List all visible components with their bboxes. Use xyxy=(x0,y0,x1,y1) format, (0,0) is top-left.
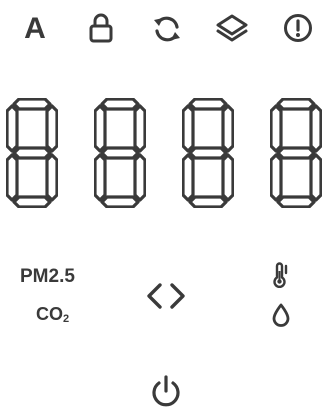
segment-c xyxy=(309,153,322,202)
left-right-chevrons-icon xyxy=(147,283,185,309)
segment-b xyxy=(133,104,146,153)
water-drop-icon xyxy=(272,303,290,327)
alert-icon xyxy=(284,14,312,42)
segment-d xyxy=(188,195,228,208)
power-button[interactable] xyxy=(148,374,184,408)
segment-d xyxy=(100,195,140,208)
segment-e xyxy=(182,153,195,202)
segment-a xyxy=(276,98,316,111)
digit-2 xyxy=(94,98,146,208)
segment-d xyxy=(12,195,52,208)
pm25-mode-button[interactable]: PM2.5 xyxy=(20,266,92,288)
segment-b xyxy=(309,104,322,153)
segment-b xyxy=(221,104,234,153)
power-icon xyxy=(152,375,180,407)
segment-a xyxy=(188,98,228,111)
layers-icon xyxy=(216,14,248,42)
digit-4 xyxy=(270,98,322,208)
digit-1 xyxy=(6,98,58,208)
segment-e xyxy=(6,153,19,202)
mode-toggle-button[interactable] xyxy=(144,280,188,312)
seven-segment-display xyxy=(0,98,328,208)
segment-a xyxy=(100,98,140,111)
segment-c xyxy=(221,153,234,202)
segment-a xyxy=(12,98,52,111)
layers-button[interactable] xyxy=(214,12,250,46)
alert-button[interactable] xyxy=(282,12,314,44)
auto-mode-button[interactable]: A xyxy=(18,12,52,46)
auto-mode-label: A xyxy=(24,12,46,45)
temperature-mode-button[interactable] xyxy=(270,262,292,290)
segment-b xyxy=(45,104,58,153)
segment-f xyxy=(94,104,107,153)
thermometer-icon xyxy=(273,262,288,288)
pm25-label: PM2.5 xyxy=(20,266,75,287)
segment-f xyxy=(6,104,19,153)
refresh-button[interactable] xyxy=(150,12,184,46)
digit-3 xyxy=(182,98,234,208)
segment-d xyxy=(276,195,316,208)
segment-g xyxy=(12,146,52,160)
co2-mode-button[interactable]: CO2 xyxy=(36,304,86,325)
segment-g xyxy=(100,146,140,160)
lock-icon xyxy=(89,13,113,43)
segment-c xyxy=(133,153,146,202)
refresh-icon xyxy=(154,16,180,42)
segment-f xyxy=(182,104,195,153)
humidity-mode-button[interactable] xyxy=(270,302,292,328)
segment-f xyxy=(270,104,283,153)
co2-subscript: 2 xyxy=(63,313,70,325)
segment-e xyxy=(94,153,107,202)
segment-c xyxy=(45,153,58,202)
segment-e xyxy=(270,153,283,202)
co2-label: CO xyxy=(36,304,63,324)
lock-button[interactable] xyxy=(86,12,116,44)
segment-g xyxy=(276,146,316,160)
segment-g xyxy=(188,146,228,160)
